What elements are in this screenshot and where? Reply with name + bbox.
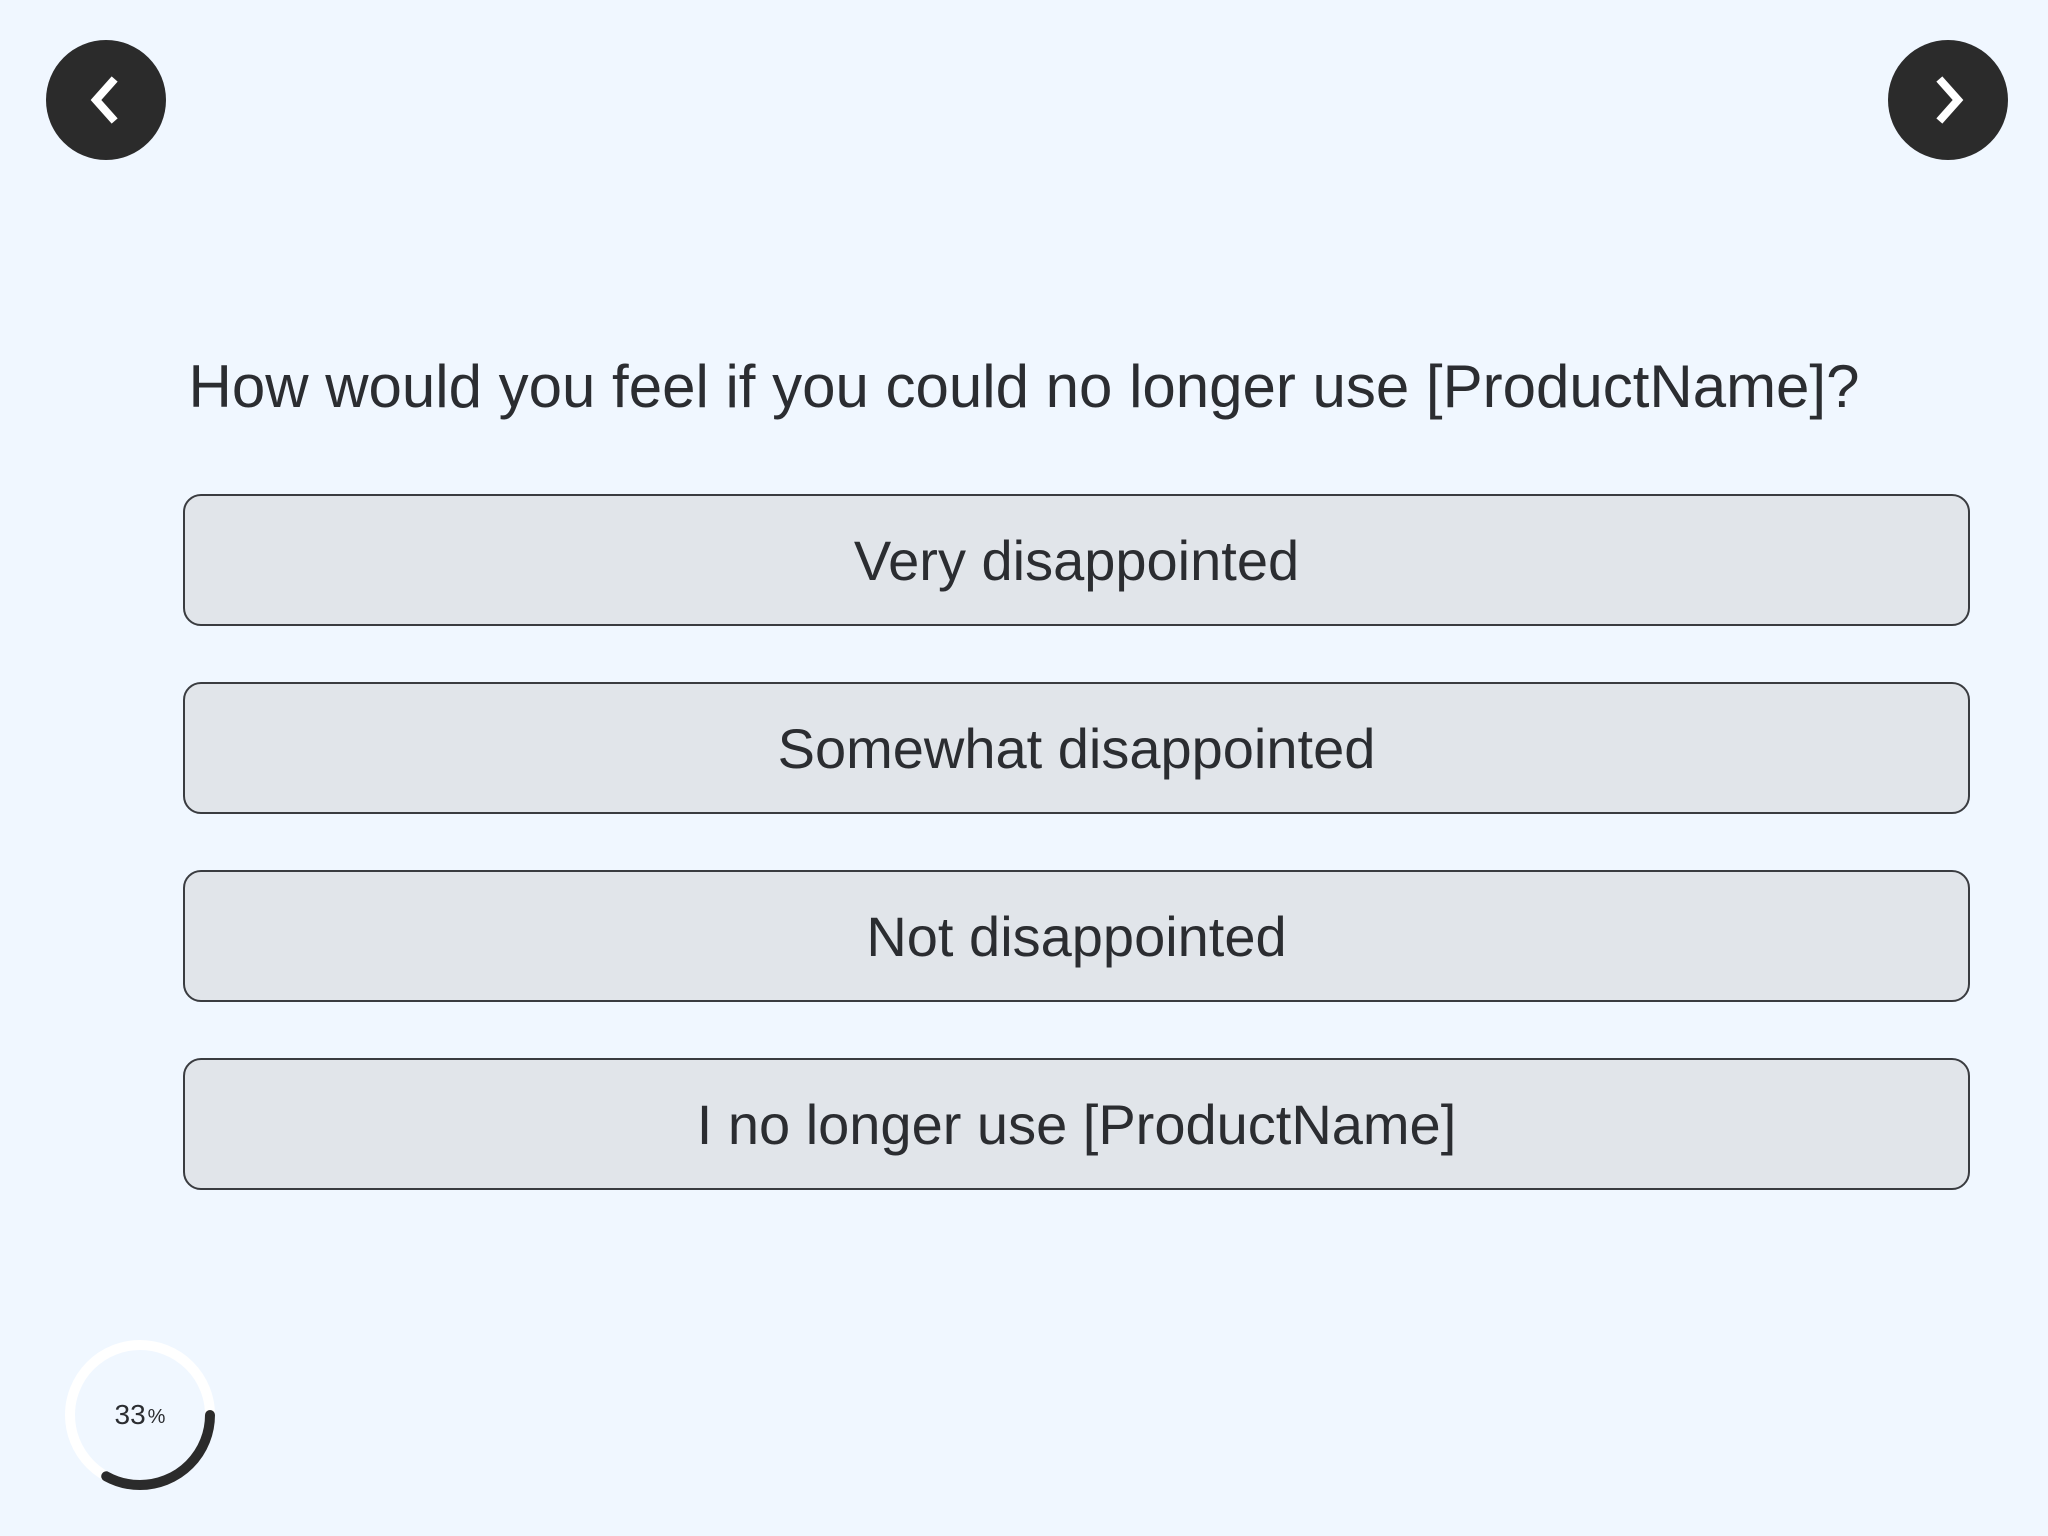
next-button[interactable] xyxy=(1888,40,2008,160)
progress-indicator: 33% xyxy=(60,1335,220,1495)
option-somewhat-disappointed[interactable]: Somewhat disappointed xyxy=(183,682,1970,814)
option-no-longer-use[interactable]: I no longer use [ProductName] xyxy=(183,1058,1970,1190)
back-button[interactable] xyxy=(46,40,166,160)
chevron-right-icon xyxy=(1936,76,1964,124)
progress-value: 33 xyxy=(114,1399,146,1430)
chevron-left-icon xyxy=(90,76,118,124)
progress-label: 33% xyxy=(60,1335,220,1495)
option-not-disappointed[interactable]: Not disappointed xyxy=(183,870,1970,1002)
question-text: How would you feel if you could no longe… xyxy=(188,353,1860,420)
option-very-disappointed[interactable]: Very disappointed xyxy=(183,494,1970,626)
answer-options: Very disappointed Somewhat disappointed … xyxy=(183,494,1970,1246)
survey-screen: How would you feel if you could no longe… xyxy=(0,0,2048,1536)
progress-percent-sign: % xyxy=(147,1405,166,1428)
